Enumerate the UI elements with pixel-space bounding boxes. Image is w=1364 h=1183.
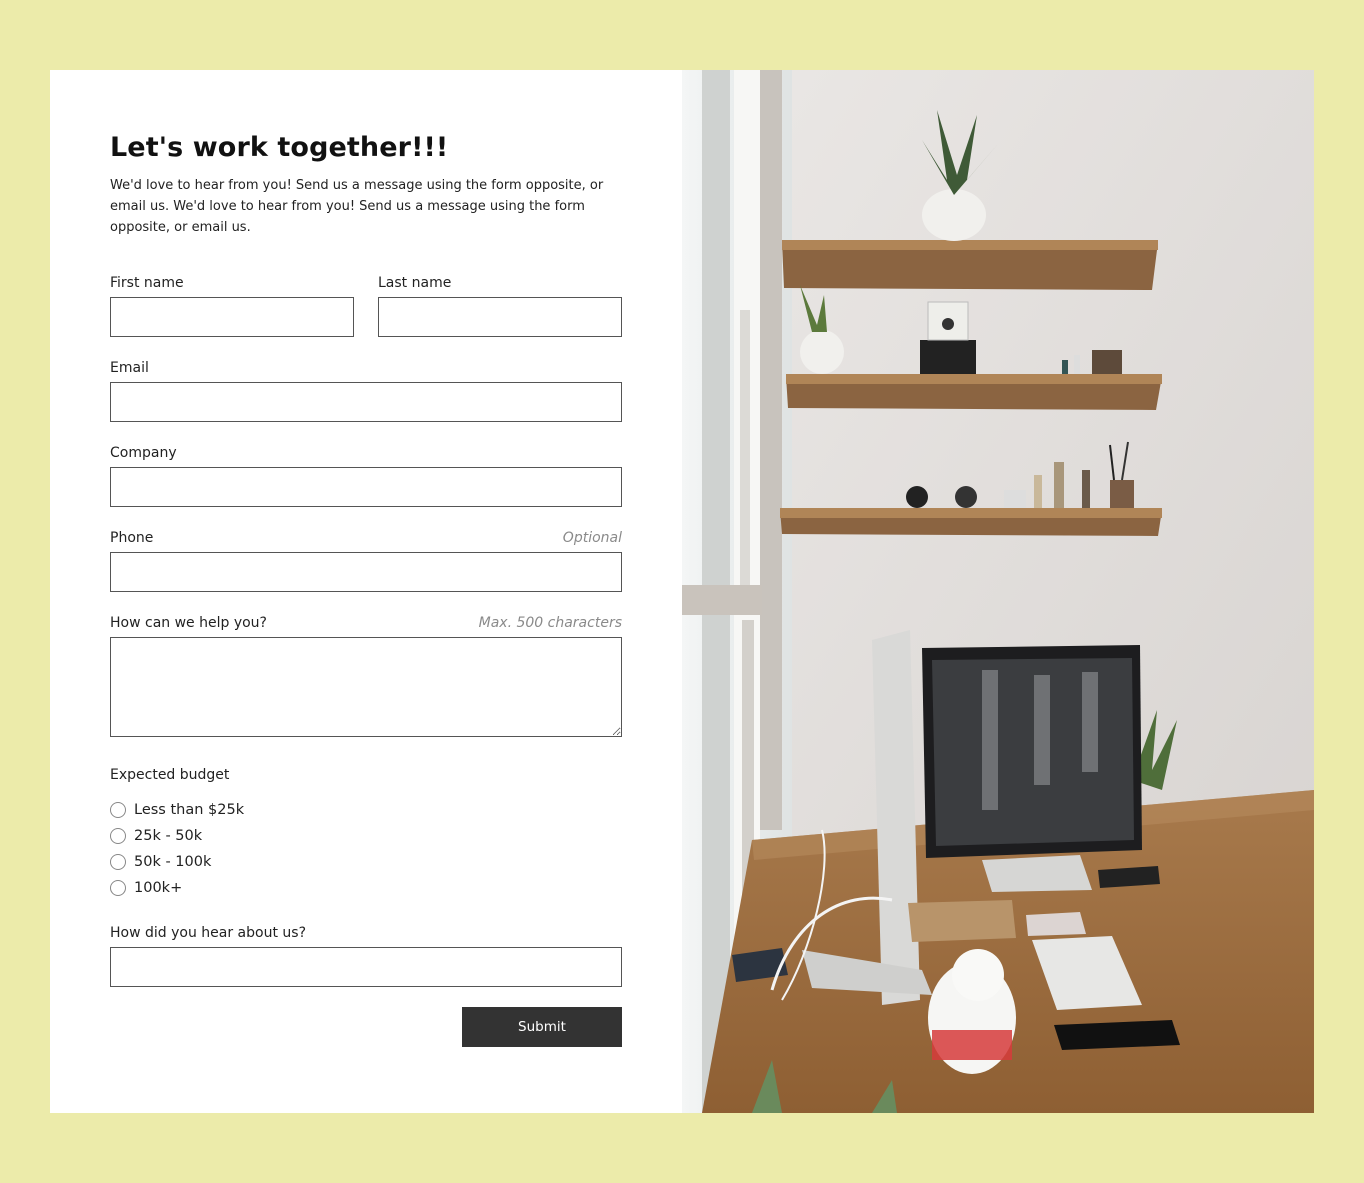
phone-optional-hint: Optional xyxy=(562,530,622,546)
radio-label: 25k - 50k xyxy=(134,828,203,844)
contact-card: Let's work together!!! We'd love to hear… xyxy=(50,70,1314,1113)
first-name-input[interactable] xyxy=(110,297,354,337)
company-input[interactable] xyxy=(110,467,622,507)
radio-label: 50k - 100k xyxy=(134,854,212,870)
hear-about-field: How did you hear about us? xyxy=(110,925,622,987)
radio-label: 100k+ xyxy=(134,880,183,896)
last-name-label: Last name xyxy=(378,275,452,291)
first-name-field: First name xyxy=(110,275,354,337)
desk-workspace-image xyxy=(682,70,1314,1113)
email-label: Email xyxy=(110,360,149,376)
page-title: Let's work together!!! xyxy=(110,132,449,163)
hear-about-label: How did you hear about us? xyxy=(110,925,306,941)
budget-group: Expected budget Less than $25k 25k - 50k… xyxy=(110,767,622,901)
budget-option-100k-plus[interactable]: 100k+ xyxy=(110,875,622,901)
hear-about-input[interactable] xyxy=(110,947,622,987)
last-name-input[interactable] xyxy=(378,297,622,337)
phone-input[interactable] xyxy=(110,552,622,592)
company-label: Company xyxy=(110,445,177,461)
radio-label: Less than $25k xyxy=(134,802,245,818)
intro-text: We'd love to hear from you! Send us a me… xyxy=(110,178,604,235)
help-field: How can we help you? Max. 500 characters xyxy=(110,615,622,737)
first-name-label: First name xyxy=(110,275,184,291)
submit-button[interactable]: Submit xyxy=(462,1007,622,1047)
help-max-chars-hint: Max. 500 characters xyxy=(478,615,622,631)
budget-option-less-than-25k[interactable]: Less than $25k xyxy=(110,797,622,823)
budget-option-50k-100k[interactable]: 50k - 100k xyxy=(110,849,622,875)
budget-option-25k-50k[interactable]: 25k - 50k xyxy=(110,823,622,849)
radio-button[interactable] xyxy=(110,802,126,818)
phone-label: Phone xyxy=(110,530,154,546)
office-photo xyxy=(682,70,1314,1113)
help-textarea[interactable] xyxy=(110,637,622,737)
contact-form: Let's work together!!! We'd love to hear… xyxy=(50,70,682,1113)
phone-field: Phone Optional xyxy=(110,530,622,592)
email-input[interactable] xyxy=(110,382,622,422)
help-label: How can we help you? xyxy=(110,615,267,631)
email-field: Email xyxy=(110,360,622,422)
radio-button[interactable] xyxy=(110,880,126,896)
company-field: Company xyxy=(110,445,622,507)
radio-button[interactable] xyxy=(110,854,126,870)
radio-button[interactable] xyxy=(110,828,126,844)
last-name-field: Last name xyxy=(378,275,622,337)
budget-label: Expected budget xyxy=(110,767,230,783)
